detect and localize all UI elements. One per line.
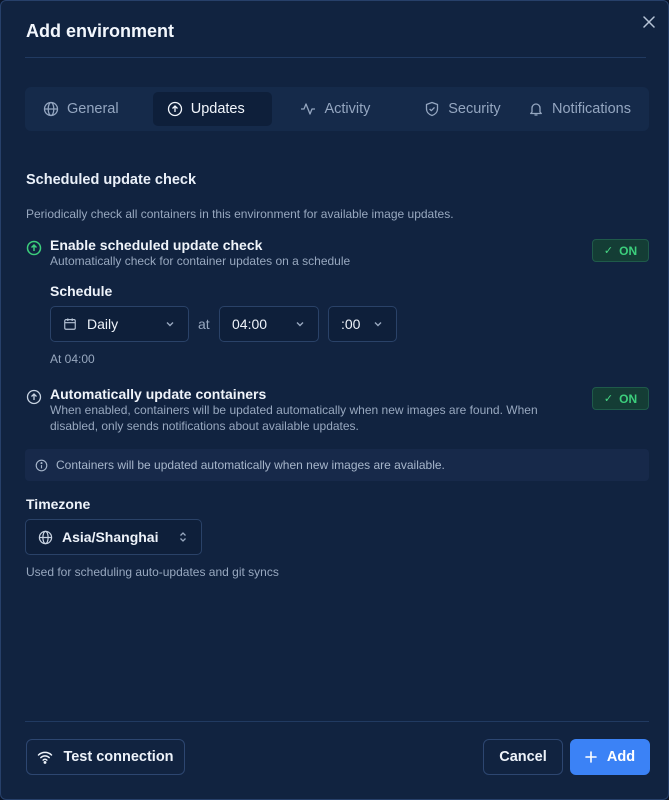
info-banner: Containers will be updated automatically… [25,449,649,481]
close-button[interactable] [638,11,660,33]
close-icon [643,16,655,28]
timezone-select[interactable]: Asia/Shanghai [25,519,202,555]
circle-arrow-up-icon [167,101,182,117]
timezone-label: Timezone [26,496,91,512]
circle-arrow-up-icon [26,389,42,405]
scheduled-check-subtitle: Automatically check for container update… [50,254,351,268]
tab-label: Notifications [552,101,631,117]
wifi-icon [38,751,53,764]
footer-divider [25,721,649,722]
auto-update-subtitle: When enabled, containers will be updated… [50,403,538,433]
hour-select[interactable]: 04:00 [219,306,319,342]
shield-icon [426,101,439,117]
tab-label: General [67,101,119,117]
check-icon: ✓ [603,393,614,405]
plus-icon [585,751,597,763]
tab-label: Security [448,101,501,117]
toggle-label: ON [619,243,638,258]
tab-label: Activity [324,101,371,117]
test-connection-button[interactable]: Test connection [26,739,185,775]
globe-icon [38,530,53,544]
chevron-down-icon [296,322,304,327]
cancel-label: Cancel [499,749,547,765]
activity-icon [301,103,316,115]
test-connection-label: Test connection [63,749,174,765]
header-divider [25,57,646,58]
timezone-value: Asia/Shanghai [62,529,159,545]
tab-label: Updates [190,101,245,117]
bell-icon [530,103,542,116]
auto-update-title: Automatically update containers [50,386,267,402]
add-environment-dialog: Add environment General Updates Activity [0,0,669,800]
schedule-label: Schedule [50,283,113,299]
chevron-down-icon [374,322,382,327]
tab-activity[interactable]: Activity [272,92,396,126]
info-text: Containers will be updated automatically… [56,458,445,472]
chevron-down-icon [166,322,174,327]
section-title: Scheduled update check [26,172,197,188]
info-icon [35,459,48,471]
globe-icon [43,101,59,117]
hour-value: 04:00 [232,316,268,332]
scheduled-check-title: Enable scheduled update check [50,237,263,253]
auto-update-toggle[interactable]: ✓ ON [592,387,649,410]
minute-value: :00 [341,316,361,332]
cancel-button[interactable]: Cancel [483,739,563,775]
chevron-updown-icon [180,532,186,542]
schedule-note: At 04:00 [50,352,95,366]
scheduled-check-toggle[interactable]: ✓ ON [592,239,649,262]
dialog-title: Add environment [26,21,175,41]
add-button[interactable]: Add [570,739,650,775]
tab-notifications[interactable]: Notifications [522,92,645,126]
add-label: Add [606,749,636,765]
frequency-value: Daily [87,316,119,332]
timezone-help: Used for scheduling auto-updates and git… [26,565,279,579]
tab-security[interactable]: Security [396,92,522,126]
section-description: Periodically check all containers in thi… [26,207,454,221]
check-icon: ✓ [603,245,614,257]
circle-arrow-up-icon [26,240,42,256]
at-label: at [198,316,210,332]
calendar-icon [64,318,76,330]
tab-general[interactable]: General [29,92,153,126]
tab-bar: General Updates Activity Security Notifi… [25,87,649,131]
frequency-select[interactable]: Daily [50,306,189,342]
minute-select[interactable]: :00 [328,306,397,342]
toggle-label: ON [619,391,638,406]
tab-updates[interactable]: Updates [152,92,273,126]
